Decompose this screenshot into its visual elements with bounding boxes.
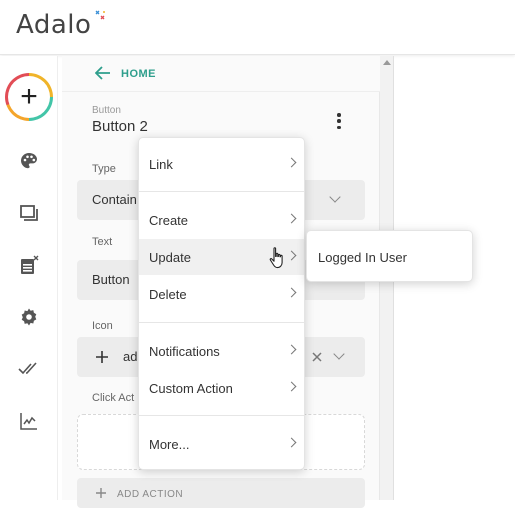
menu-item-notifications[interactable]: Notifications <box>139 333 304 369</box>
menu-item-label: More... <box>149 437 190 452</box>
chevron-down-icon <box>329 191 341 203</box>
data-icon[interactable] <box>17 253 41 277</box>
chevron-right-icon <box>286 157 297 168</box>
menu-item-label: Notifications <box>149 344 220 359</box>
text-label: Text <box>92 236 113 248</box>
chevron-right-icon <box>286 381 297 392</box>
menu-item-create[interactable]: Create <box>139 202 304 238</box>
chevron-right-icon <box>286 213 297 224</box>
menu-item-label: Create <box>149 213 189 228</box>
menu-item-label: Link <box>149 157 173 172</box>
analytics-icon[interactable] <box>17 409 41 433</box>
menu-divider <box>139 322 304 323</box>
component-name[interactable]: Button 2 <box>92 118 148 135</box>
home-nav[interactable]: HOME <box>62 56 380 92</box>
back-arrow-icon <box>95 66 110 80</box>
menu-item-label: Update <box>149 250 191 265</box>
component-type: Button <box>92 105 121 116</box>
home-link[interactable]: HOME <box>121 68 156 80</box>
chevron-right-icon <box>286 287 297 298</box>
double-check-icon[interactable] <box>17 357 41 381</box>
menu-item-label: Custom Action <box>149 381 233 396</box>
chevron-right-icon <box>286 437 297 448</box>
add-component-button[interactable]: + <box>5 73 53 121</box>
click-actions-label: Click Act <box>92 392 135 404</box>
screens-icon[interactable] <box>17 201 41 225</box>
menu-item-delete[interactable]: Delete <box>139 276 304 312</box>
menu-divider <box>139 415 304 416</box>
text-value: Button <box>92 272 130 287</box>
gear-icon[interactable] <box>17 305 41 329</box>
type-label: Type <box>92 163 116 175</box>
action-menu: Link Create Update Delete Notifications … <box>138 137 305 470</box>
menu-item-label: Delete <box>149 287 187 302</box>
menu-item-link[interactable]: Link <box>139 146 304 182</box>
chevron-right-icon <box>286 344 297 355</box>
chevron-down-icon <box>333 348 345 360</box>
type-value: Contain <box>92 192 137 207</box>
app-logo[interactable]: Adalo <box>16 10 91 40</box>
add-action-label: ADD ACTION <box>117 489 184 500</box>
plus-icon: + <box>8 76 50 118</box>
plus-icon <box>96 488 106 498</box>
logo-spark-icon <box>95 10 105 20</box>
palette-icon[interactable] <box>17 149 41 173</box>
menu-divider <box>139 191 304 192</box>
chevron-right-icon <box>286 250 297 261</box>
add-action-button[interactable]: ADD ACTION <box>77 478 365 508</box>
left-rail: + <box>0 56 58 500</box>
update-submenu: Logged In User <box>306 230 473 282</box>
menu-item-more[interactable]: More... <box>139 426 304 462</box>
icon-label: Icon <box>92 320 113 332</box>
more-options-icon[interactable] <box>330 111 348 131</box>
menu-item-custom-action[interactable]: Custom Action <box>139 370 304 406</box>
hand-cursor-icon <box>269 247 283 269</box>
clear-icon[interactable] <box>312 352 322 362</box>
plus-icon <box>96 351 108 363</box>
submenu-item-logged-in-user[interactable]: Logged In User <box>318 250 407 265</box>
icon-value: ad <box>123 349 138 364</box>
scroll-up-arrow-icon[interactable] <box>383 60 391 65</box>
top-bar: Adalo <box>0 0 515 55</box>
